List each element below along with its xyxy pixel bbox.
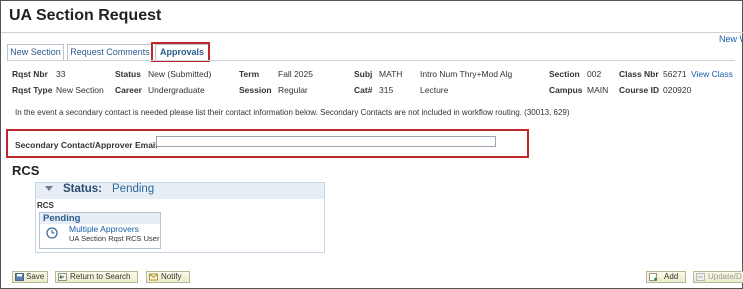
- class-nbr-label: Class Nbr: [619, 69, 659, 79]
- secondary-contact-email-input[interactable]: [156, 136, 496, 147]
- return-to-search-button[interactable]: Return to Search: [55, 271, 138, 283]
- approval-path-label: RCS: [37, 201, 54, 210]
- secondary-contact-label: Secondary Contact/Approver Email: [15, 140, 158, 150]
- campus-label: Campus: [549, 85, 583, 95]
- rqst-type-label: Rqst Type: [12, 85, 53, 95]
- rqst-type-value: New Section: [56, 85, 104, 95]
- return-icon: [58, 273, 67, 281]
- tab-new-section[interactable]: New Section: [7, 44, 64, 60]
- class-nbr-value: 56271: [663, 69, 687, 79]
- view-class-link[interactable]: View Class: [691, 69, 733, 79]
- multiple-approvers-link[interactable]: Multiple Approvers: [69, 224, 139, 234]
- section-label: Section: [549, 69, 580, 79]
- page-title: UA Section Request: [9, 7, 162, 24]
- approver-role-text: UA Section Rqst RCS User: [69, 234, 160, 243]
- tab-request-comments[interactable]: Request Comments: [67, 44, 153, 60]
- notify-label: Notify: [161, 272, 182, 281]
- rqst-nbr-value: 33: [56, 69, 66, 79]
- term-label: Term: [239, 69, 260, 79]
- triangle-down-icon[interactable]: [45, 186, 53, 191]
- save-button[interactable]: Save: [12, 271, 48, 283]
- cat-value: 315: [379, 85, 394, 95]
- tab-divider: [7, 60, 735, 61]
- career-value: Undergraduate: [148, 85, 205, 95]
- notify-icon: [149, 273, 158, 281]
- cat-description: Lecture: [420, 85, 449, 95]
- approval-status-value: Pending: [112, 183, 155, 195]
- update-display-label: Update/D: [708, 272, 742, 281]
- section-value: 002: [587, 69, 602, 79]
- save-label: Save: [26, 272, 45, 281]
- subj-value: MATH: [379, 69, 403, 79]
- approval-stage-title: Pending: [43, 213, 81, 224]
- add-button[interactable]: Add: [646, 271, 686, 283]
- new-window-link[interactable]: New W: [719, 34, 743, 44]
- campus-value: MAIN: [587, 85, 609, 95]
- session-label: Session: [239, 85, 272, 95]
- rqst-nbr-label: Rqst Nbr: [12, 69, 48, 79]
- save-icon: [15, 273, 24, 281]
- career-label: Career: [115, 85, 142, 95]
- notify-button[interactable]: Notify: [146, 271, 190, 283]
- title-divider: [1, 32, 743, 33]
- subj-label: Subj: [354, 69, 373, 79]
- session-value: Regular: [278, 85, 308, 95]
- approvals-tab-highlight: [151, 42, 210, 62]
- add-icon: [649, 273, 658, 281]
- rcs-heading: RCS: [12, 163, 40, 178]
- return-to-search-label: Return to Search: [70, 272, 131, 281]
- course-id-label: Course ID: [619, 85, 660, 95]
- status-value: New (Submitted): [148, 69, 212, 79]
- status-label: Status: [115, 69, 141, 79]
- course-id-value: 020920: [663, 85, 692, 95]
- update-display-button[interactable]: Update/D: [693, 271, 743, 283]
- update-icon: [696, 273, 705, 281]
- subj-description: Intro Num Thry+Mod Alg: [420, 69, 513, 79]
- approval-status-label: Status:: [63, 183, 102, 195]
- secondary-contact-notice: In the event a secondary contact is need…: [15, 108, 570, 117]
- clock-icon: [46, 227, 58, 239]
- term-value: Fall 2025: [278, 69, 313, 79]
- add-label: Add: [664, 272, 679, 281]
- cat-label: Cat#: [354, 85, 373, 95]
